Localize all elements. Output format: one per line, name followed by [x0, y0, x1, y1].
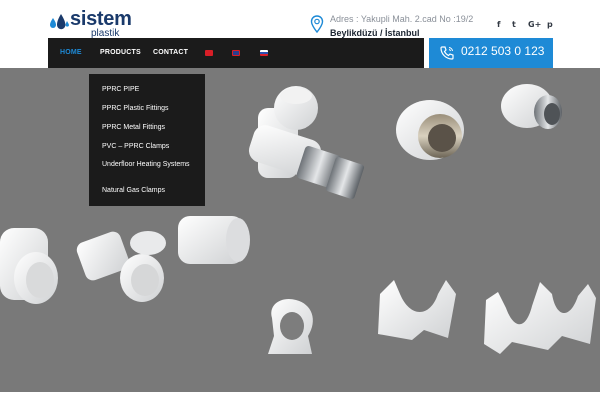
- dropdown-item-pprc-metal-fittings[interactable]: PPRC Metal Fittings: [102, 124, 198, 132]
- dropdown-item-pprc-pipe[interactable]: PPRC PIPE: [102, 86, 198, 94]
- valve-fitting: [248, 86, 365, 199]
- small-adapter-fitting: [501, 84, 562, 129]
- russian-flag-icon[interactable]: [260, 50, 268, 56]
- nav-home[interactable]: HOME: [60, 38, 82, 68]
- elbow-fitting: [0, 228, 58, 304]
- facebook-icon[interactable]: f: [497, 20, 500, 30]
- clamp-double: [484, 282, 596, 354]
- map-pin-icon: [310, 15, 324, 33]
- dropdown-item-natural-gas-clamps[interactable]: Natural Gas Clamps: [102, 187, 198, 195]
- phone-number: 0212 503 0 123: [461, 44, 545, 58]
- address-line-2: Beylikdüzü / İstanbul: [330, 28, 420, 38]
- 45-degree-elbow: [76, 231, 166, 302]
- phone-icon: [440, 46, 454, 60]
- logo-name: sistem: [70, 8, 132, 30]
- logo[interactable]: sistem plastik: [48, 8, 138, 39]
- water-drops-icon: [50, 14, 69, 30]
- dropdown-item-pprc-plastic-fittings[interactable]: PPRC Plastic Fittings: [102, 105, 198, 113]
- main-nav: HOME PRODUCTS CONTACT: [48, 38, 424, 68]
- pinterest-icon[interactable]: p: [547, 20, 553, 30]
- address-block: Adres : Yakupli Mah. 2.cad No :19/2 Beyl…: [310, 14, 474, 38]
- google-plus-icon[interactable]: G+: [528, 20, 541, 30]
- products-dropdown: PPRC PIPE PPRC Plastic Fittings PPRC Met…: [89, 74, 205, 206]
- twitter-icon[interactable]: t: [512, 20, 516, 30]
- phone-button[interactable]: 0212 503 0 123: [429, 38, 553, 68]
- address-line-1: Adres : Yakupli Mah. 2.cad No :19/2: [330, 14, 474, 24]
- coupling-fitting: [178, 216, 250, 264]
- turkish-flag-icon[interactable]: [205, 50, 213, 56]
- header: sistem plastik Adres : Yakupli Mah. 2.ca…: [0, 0, 600, 39]
- dropdown-item-underfloor-heating[interactable]: Underfloor Heating Systems: [102, 161, 198, 169]
- nav-products[interactable]: PRODUCTS: [100, 38, 141, 68]
- clamp-medium: [378, 280, 456, 340]
- clamp-small: [268, 298, 313, 354]
- nav-contact[interactable]: CONTACT: [153, 38, 188, 68]
- adapter-fitting: [396, 100, 464, 160]
- dropdown-item-pvc-pprc-clamps[interactable]: PVC – PPRC Clamps: [102, 143, 198, 151]
- english-flag-icon[interactable]: [232, 50, 240, 56]
- page-footer-strip: [0, 392, 600, 400]
- page: sistem plastik Adres : Yakupli Mah. 2.ca…: [0, 0, 600, 400]
